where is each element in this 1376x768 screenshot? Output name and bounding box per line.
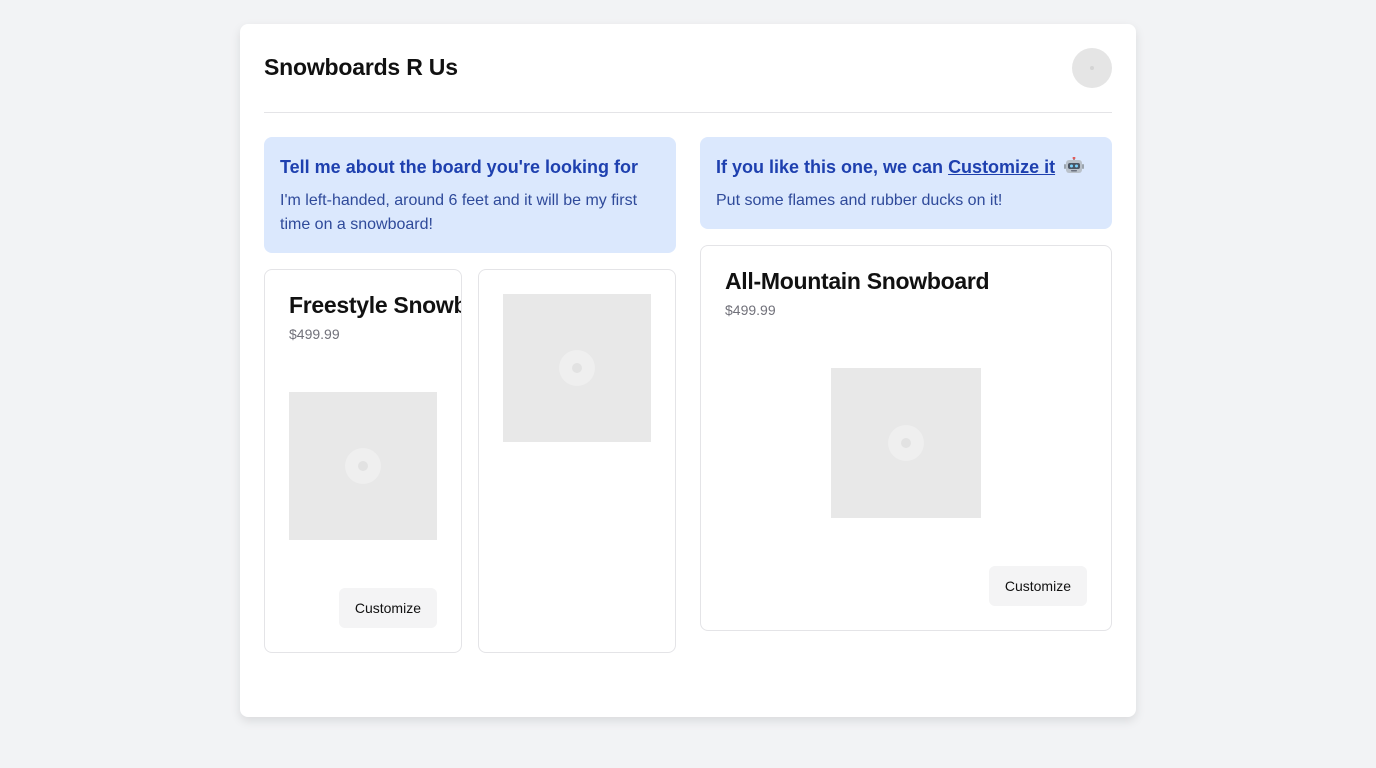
customize-button[interactable]: Customize (988, 566, 1087, 606)
header: Snowboards R Us (264, 24, 1112, 113)
avatar[interactable] (1072, 48, 1112, 88)
prompt-body: I'm left-handed, around 6 feet and it wi… (280, 192, 638, 233)
loading-spinner-icon (559, 350, 595, 386)
app-title: Snowboards R Us (264, 54, 458, 80)
product-card-freestyle[interactable]: Freestyle Snowboard $499.99 Customize (264, 269, 462, 653)
right-column: If you like this one, we can Customize i… (700, 137, 1112, 631)
prompt-bubble: Tell me about the board you're looking f… (264, 137, 676, 253)
product-name: Freestyle Snowboard (289, 292, 461, 318)
product-price: $499.99 (725, 302, 776, 318)
customize-bubble: If you like this one, we can Customize i… (700, 137, 1112, 229)
left-column: Tell me about the board you're looking f… (264, 137, 676, 653)
product-image-placeholder (289, 392, 437, 540)
product-name: All-Mountain Snowboard (725, 268, 990, 294)
app-card: Snowboards R Us Tell me about the board … (240, 24, 1136, 717)
product-price: $499.99 (289, 326, 340, 342)
customize-button[interactable]: Customize (338, 588, 437, 628)
customize-title-text: If you like this one, we can (716, 157, 949, 177)
product-image-placeholder (831, 368, 981, 518)
loading-spinner-icon (888, 425, 924, 461)
product-card-partial[interactable] (478, 269, 676, 653)
product-image-placeholder (503, 294, 651, 442)
prompt-title: Tell me about the board you're looking f… (280, 157, 638, 177)
product-carousel[interactable]: Freestyle Snowboard $499.99 Customize (264, 269, 676, 653)
customize-it-link[interactable]: Customize it (948, 157, 1055, 177)
customize-title: If you like this one, we can Customize i… (716, 155, 1096, 179)
product-card-all-mountain[interactable]: All-Mountain Snowboard $499.99 Customize (700, 245, 1112, 631)
customize-body: Put some flames and rubber ducks on it! (716, 192, 1003, 209)
robot-icon (1064, 157, 1085, 173)
loading-spinner-icon (345, 448, 381, 484)
